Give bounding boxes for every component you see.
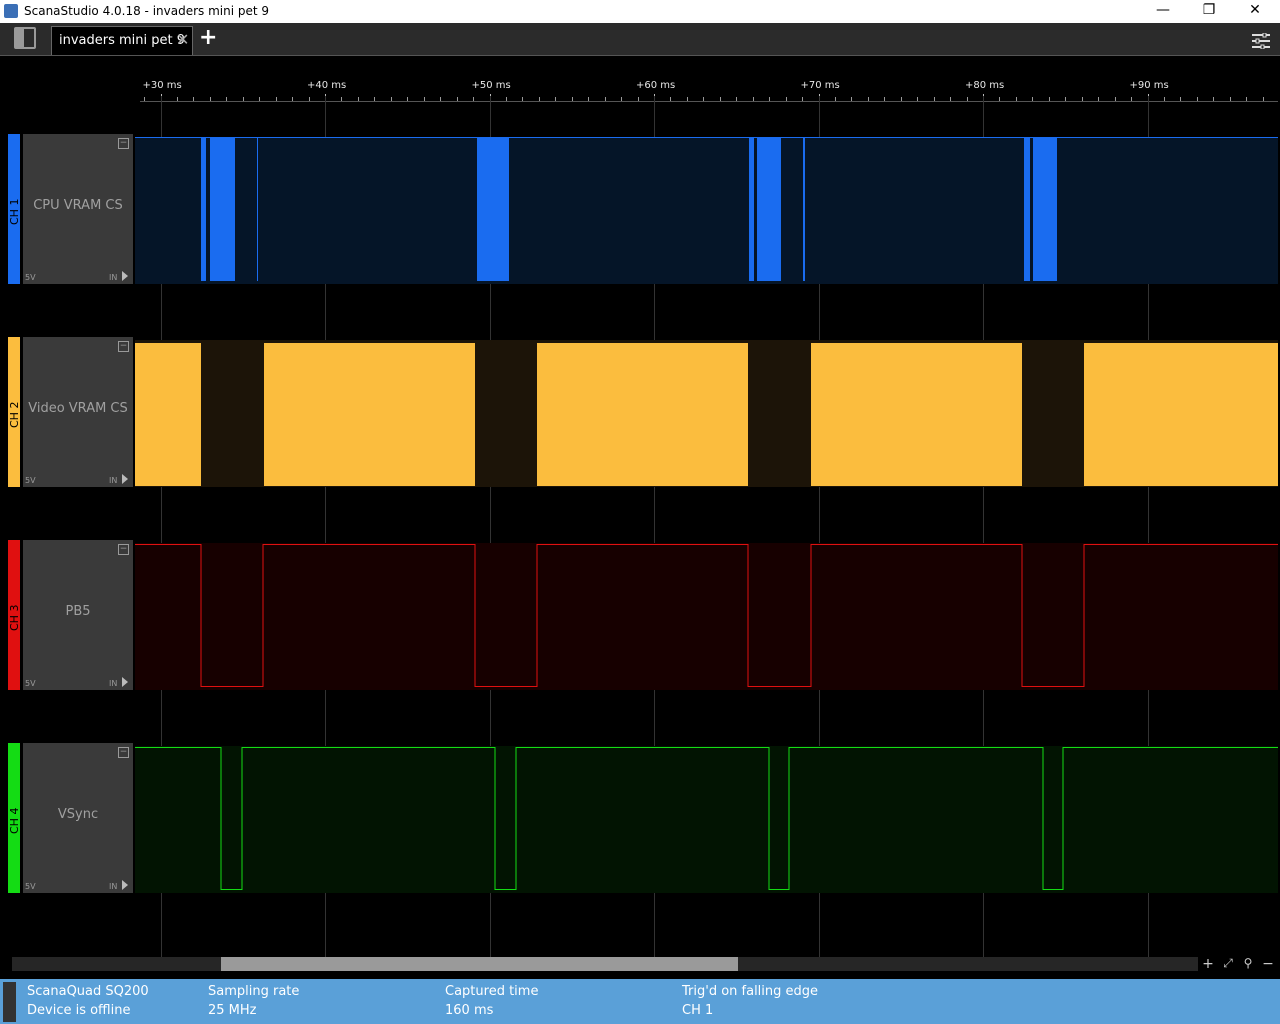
ch1-pulse — [1033, 138, 1057, 281]
horizontal-scrollbar[interactable] — [12, 957, 1198, 971]
ch1-pulse — [749, 138, 754, 281]
search-icon[interactable]: ⚲ — [1240, 956, 1256, 970]
ch1-pulse — [1024, 138, 1030, 281]
device-state: Device is offline — [27, 1003, 131, 1018]
ch2-high-level — [135, 343, 1278, 486]
status-grip — [3, 982, 16, 1022]
channel-wave-background — [135, 746, 1278, 893]
channel-wave-background — [135, 543, 1278, 690]
captured-time-value: 160 ms — [445, 1003, 494, 1018]
zoom-out-icon[interactable]: − — [1260, 956, 1276, 972]
ch2-low-segment — [748, 343, 811, 486]
ch1-pulse — [803, 138, 805, 281]
ch1-pulse — [757, 138, 781, 281]
captured-time-label: Captured time — [445, 984, 539, 999]
status-bar: ScanaQuad SQ200 Device is offline Sampli… — [0, 979, 1280, 1024]
waveform-area[interactable] — [0, 0, 1280, 960]
ch2-low-segment — [475, 343, 537, 486]
ch2-low-segment — [1022, 343, 1084, 486]
ch1-pulse — [210, 138, 235, 281]
zoom-in-icon[interactable]: + — [1200, 956, 1216, 972]
ch2-low-segment — [201, 343, 264, 486]
fit-icon[interactable]: ⤢ — [1220, 956, 1236, 971]
ch1-pulse — [477, 138, 509, 281]
sampling-rate-label: Sampling rate — [208, 984, 300, 999]
scrollbar-thumb[interactable] — [220, 957, 738, 971]
channel-wave-background — [135, 137, 1278, 284]
trigger-label: Trig'd on falling edge — [682, 984, 819, 999]
device-name: ScanaQuad SQ200 — [27, 984, 149, 999]
trigger-channel: CH 1 — [682, 1003, 714, 1018]
sampling-rate-value: 25 MHz — [208, 1003, 257, 1018]
ch1-pulse — [257, 138, 258, 281]
ch1-pulse — [201, 138, 206, 281]
